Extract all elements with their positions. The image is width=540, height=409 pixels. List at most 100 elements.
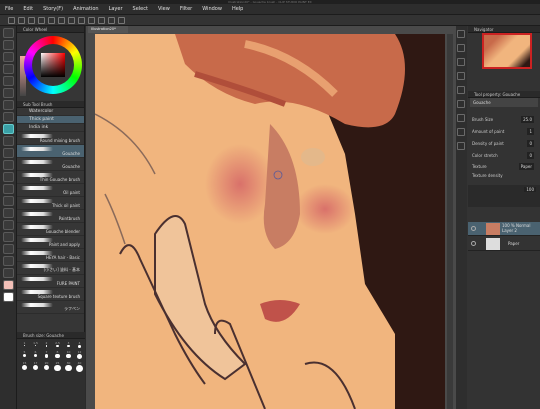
- brush-size-preset[interactable]: 1: [20, 341, 29, 348]
- brush-item[interactable]: Thin Gouache brush: [17, 171, 84, 184]
- layer-opacity[interactable]: 100: [524, 187, 536, 192]
- gradient-tool-icon[interactable]: [3, 196, 14, 206]
- brush-item[interactable]: [小さい] 塗料 - 基本: [17, 262, 84, 275]
- transform-icon[interactable]: [88, 16, 95, 24]
- pen-tool-icon[interactable]: [3, 100, 14, 110]
- frame-tool-icon[interactable]: [3, 220, 14, 230]
- color-wheel[interactable]: [20, 36, 82, 98]
- brush-size-preset[interactable]: 2.5: [53, 341, 62, 348]
- brush-item[interactable]: HEYA hair - Basic: [17, 249, 84, 262]
- amount-of-paint-value[interactable]: 1: [527, 128, 534, 135]
- brush-size-preset[interactable]: 15: [20, 361, 29, 372]
- brush-size-preset[interactable]: 20: [42, 361, 51, 372]
- brush-size-preset[interactable]: 8: [53, 350, 62, 359]
- navigator-icon[interactable]: [457, 30, 465, 38]
- brush-item[interactable]: Paint and apply: [17, 236, 84, 249]
- brush-item[interactable]: FURE PAINT: [17, 275, 84, 288]
- vertical-scrollbar[interactable]: [447, 34, 453, 409]
- text-tool-icon[interactable]: [3, 244, 14, 254]
- brush-size-preset[interactable]: 3: [64, 341, 73, 348]
- new-file-icon[interactable]: [8, 16, 15, 24]
- cloud-icon[interactable]: [38, 16, 45, 24]
- open-file-icon[interactable]: [18, 16, 25, 24]
- density-of-paint-value[interactable]: 0: [527, 140, 534, 147]
- brush-size-row[interactable]: Brush Size 25.0: [472, 116, 534, 123]
- deselect-icon[interactable]: [98, 16, 105, 24]
- animation-cels-icon[interactable]: [457, 128, 465, 136]
- brush-size-preset[interactable]: 12: [75, 350, 84, 359]
- menu-view[interactable]: View: [153, 4, 175, 15]
- texture-row[interactable]: Texture Paper: [472, 163, 534, 170]
- move-tool-icon[interactable]: [3, 40, 14, 50]
- brush-item[interactable]: Thick oil paint: [17, 197, 84, 210]
- brush-size-preset[interactable]: 7: [42, 350, 51, 359]
- subtool-watercolor[interactable]: Watercolor: [17, 108, 84, 116]
- item-bank-icon[interactable]: [457, 100, 465, 108]
- main-color-swatch[interactable]: [3, 280, 14, 290]
- correct-line-tool-icon[interactable]: [3, 268, 14, 278]
- menu-file[interactable]: File: [0, 4, 18, 15]
- amount-of-paint-row[interactable]: Amount of paint 1: [472, 128, 534, 135]
- balloon-tool-icon[interactable]: [3, 256, 14, 266]
- menu-edit[interactable]: Edit: [18, 4, 38, 15]
- blend-tool-icon[interactable]: [3, 172, 14, 182]
- brush-size-preset[interactable]: 10: [64, 350, 73, 359]
- menu-window[interactable]: Window: [197, 4, 227, 15]
- brush-size-value[interactable]: 25.0: [521, 116, 534, 123]
- brush-item[interactable]: Gouache blender: [17, 223, 84, 236]
- airbrush-tool-icon[interactable]: [3, 136, 14, 146]
- brush-item[interactable]: Paintbrush: [17, 210, 84, 223]
- menu-story[interactable]: Story(F): [38, 4, 68, 15]
- menu-filter[interactable]: Filter: [175, 4, 197, 15]
- material-icon[interactable]: [457, 142, 465, 150]
- brush-tool-icon[interactable]: [3, 124, 14, 134]
- brush-size-preset[interactable]: 5: [20, 350, 29, 359]
- sub-color-swatch[interactable]: [3, 292, 14, 302]
- redo-icon[interactable]: [58, 16, 65, 24]
- navigator-preview[interactable]: [482, 33, 532, 69]
- search-layer-icon[interactable]: [457, 114, 465, 122]
- menu-select[interactable]: Select: [128, 4, 153, 15]
- document-tab[interactable]: Illustration20*: [88, 26, 128, 33]
- decoration-tool-icon[interactable]: [3, 148, 14, 158]
- lasso-tool-icon[interactable]: [3, 76, 14, 86]
- brush-item[interactable]: Gouache: [17, 158, 84, 171]
- selection-tool-icon[interactable]: [3, 64, 14, 74]
- figure-tool-icon[interactable]: [3, 208, 14, 218]
- menu-animation[interactable]: Animation: [68, 4, 104, 15]
- color-stretch-value[interactable]: 0: [527, 152, 534, 159]
- subtool-india-ink[interactable]: India ink: [17, 124, 84, 132]
- brush-item[interactable]: Square texture brush: [17, 288, 84, 301]
- brush-size-preset[interactable]: 2: [42, 341, 51, 348]
- color-stretch-row[interactable]: Color stretch 0: [472, 152, 534, 159]
- visibility-icon[interactable]: [471, 226, 476, 231]
- operation-tool-icon[interactable]: [3, 52, 14, 62]
- brush-size-preset[interactable]: 30: [64, 361, 73, 372]
- pencil-tool-icon[interactable]: [3, 112, 14, 122]
- brush-item[interactable]: Gouache: [17, 145, 84, 158]
- brush-size-preset[interactable]: 1.5: [31, 341, 40, 348]
- layer-row[interactable]: Paper: [468, 237, 540, 251]
- eyedropper-tool-icon[interactable]: [3, 88, 14, 98]
- brush-item[interactable]: ラフペン: [17, 301, 84, 314]
- drawing-canvas[interactable]: [95, 34, 445, 409]
- texture-density-row[interactable]: Texture density: [472, 172, 534, 179]
- invert-selection-icon[interactable]: [108, 16, 115, 24]
- brush-item[interactable]: Oil paint: [17, 184, 84, 197]
- brush-size-preset[interactable]: 25: [53, 361, 62, 372]
- menu-layer[interactable]: Layer: [104, 4, 128, 15]
- clear-icon[interactable]: [68, 16, 75, 24]
- subtool-thick-paint[interactable]: Thick paint: [17, 116, 84, 124]
- fill-icon[interactable]: [78, 16, 85, 24]
- density-of-paint-row[interactable]: Density of paint 0: [472, 140, 534, 147]
- auto-action-icon[interactable]: [457, 86, 465, 94]
- ruler-tool-icon[interactable]: [3, 232, 14, 242]
- layer-row[interactable]: 100 % Normal Layer 2: [468, 222, 540, 236]
- eraser-tool-icon[interactable]: [3, 160, 14, 170]
- saturation-value-square[interactable]: [41, 53, 65, 77]
- save-icon[interactable]: [28, 16, 35, 24]
- brush-size-preset[interactable]: 40: [75, 361, 84, 372]
- snap-icon[interactable]: [118, 16, 125, 24]
- texture-value[interactable]: Paper: [518, 163, 534, 170]
- undo-icon[interactable]: [48, 16, 55, 24]
